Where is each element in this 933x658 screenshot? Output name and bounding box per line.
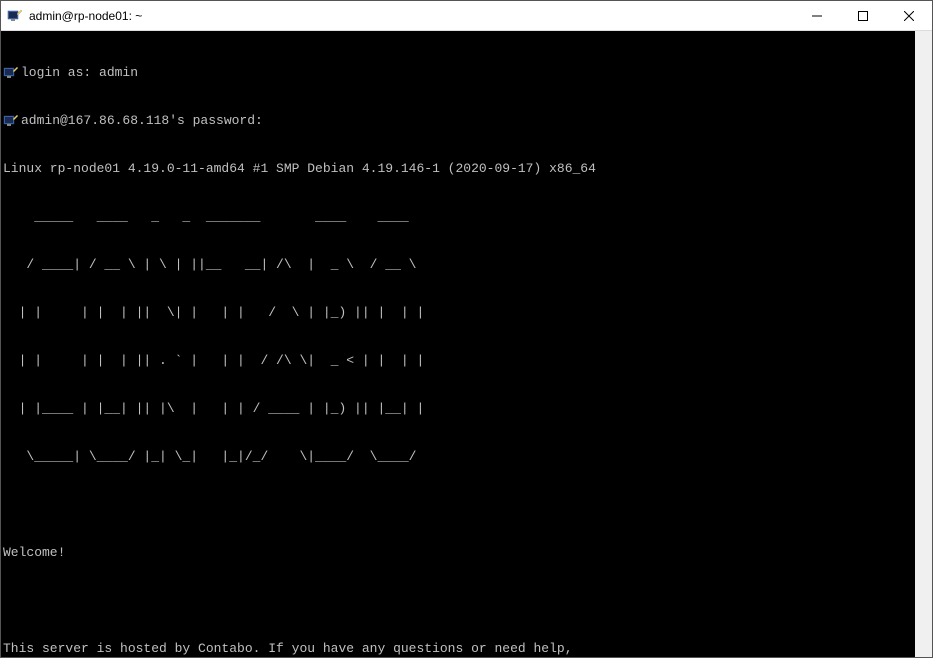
- scrollbar-thumb[interactable]: [915, 31, 932, 657]
- putty-line-icon: [3, 65, 19, 81]
- password-prompt: admin@167.86.68.118's password:: [21, 113, 263, 129]
- blank-line: [3, 497, 915, 513]
- ascii-art-line: / ____| / __ \ | \ | ||__ __| /\ | _ \ /…: [3, 257, 915, 273]
- login-prompt: login as: admin: [21, 65, 138, 81]
- terminal-container: login as: admin admin@167.86.68.118's pa…: [1, 31, 932, 657]
- ascii-art-line: | | | | | || . ` | | | / /\ \| _ < | | |…: [3, 353, 915, 369]
- ascii-art-line: _____ ____ _ _ _______ ____ ____: [3, 209, 915, 225]
- terminal[interactable]: login as: admin admin@167.86.68.118's pa…: [1, 31, 915, 657]
- putty-line-icon: [3, 113, 19, 129]
- ascii-art-line: | | | | | || \| | | | / \ | |_) || | | |: [3, 305, 915, 321]
- vertical-scrollbar[interactable]: [915, 31, 932, 657]
- minimize-button[interactable]: [794, 1, 840, 30]
- ascii-art-line: | |____ | |__| || |\ | | | / ____ | |_) …: [3, 401, 915, 417]
- host-message-line: This server is hosted by Contabo. If you…: [3, 641, 915, 657]
- putty-window: admin@rp-node01: ~: [0, 0, 933, 658]
- kernel-line: Linux rp-node01 4.19.0-11-amd64 #1 SMP D…: [3, 161, 915, 177]
- window-title: admin@rp-node01: ~: [29, 9, 794, 23]
- blank-line: [3, 593, 915, 609]
- close-button[interactable]: [886, 1, 932, 30]
- titlebar[interactable]: admin@rp-node01: ~: [1, 1, 932, 31]
- window-controls: [794, 1, 932, 30]
- welcome-line: Welcome!: [3, 545, 915, 561]
- ascii-art-line: \_____| \____/ |_| \_| |_|/_/ \|____/ \_…: [3, 449, 915, 465]
- maximize-button[interactable]: [840, 1, 886, 30]
- putty-app-icon: [7, 8, 23, 24]
